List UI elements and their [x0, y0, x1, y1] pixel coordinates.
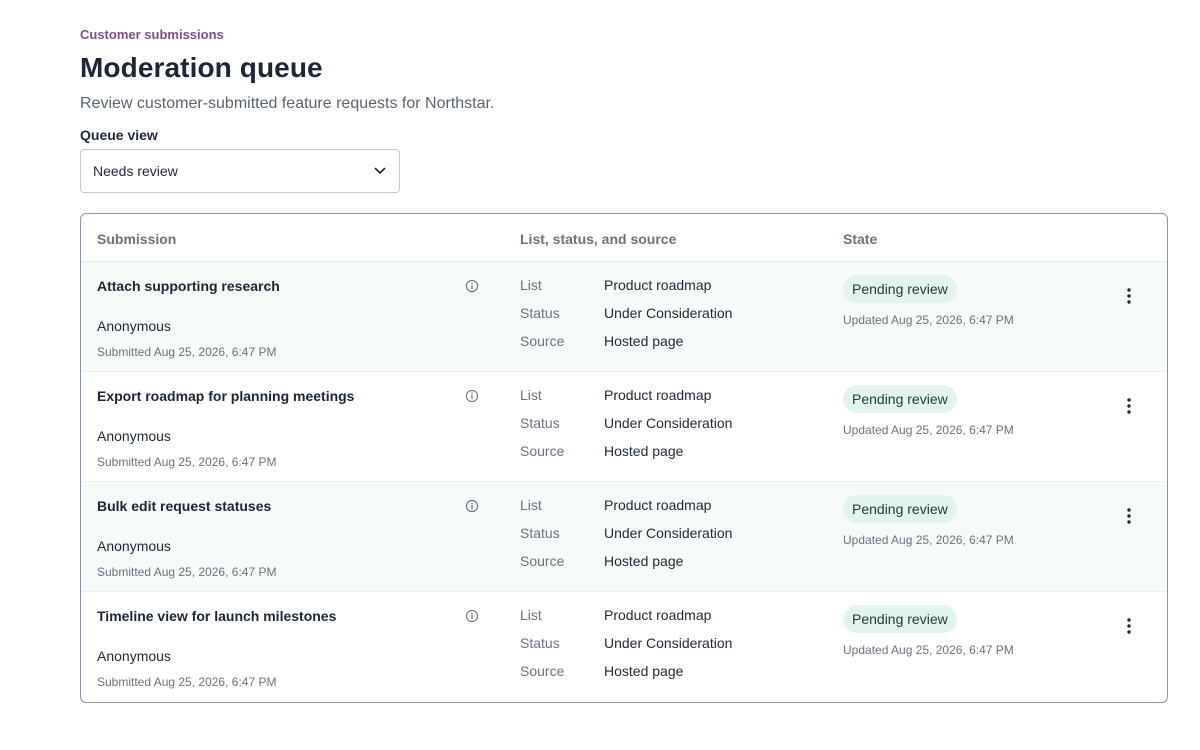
status-badge: Pending review — [843, 495, 957, 523]
status-badge: Pending review — [843, 385, 957, 413]
updated-timestamp: Updated Aug 25, 2026, 6:47 PM — [843, 423, 1014, 437]
submission-date: Submitted Aug 25, 2026, 6:47 PM — [97, 565, 277, 579]
submissions-table: Submission List, status, and source Stat… — [80, 213, 1168, 703]
eyebrow-label: Customer submissions — [80, 27, 224, 42]
submission-author: Anonymous — [97, 318, 171, 334]
column-header-submission: Submission — [97, 231, 177, 247]
source-value: Hosted page — [604, 663, 684, 679]
submission-title[interactable]: Attach supporting research — [97, 278, 280, 294]
table-row[interactable]: Timeline view for launch milestones Anon… — [81, 592, 1167, 702]
source-label: Source — [520, 553, 565, 569]
status-label: Status — [520, 635, 560, 651]
list-label: List — [520, 387, 542, 403]
more-vertical-icon[interactable] — [1117, 394, 1141, 418]
list-label: List — [520, 607, 542, 623]
column-header-list-status-source: List, status, and source — [520, 231, 677, 247]
table-row[interactable]: Attach supporting research Anonymous Sub… — [81, 262, 1167, 372]
submission-date: Submitted Aug 25, 2026, 6:47 PM — [97, 675, 277, 689]
source-value: Hosted page — [604, 553, 684, 569]
table-row[interactable]: Export roadmap for planning meetings Ano… — [81, 372, 1167, 482]
status-value: Under Consideration — [604, 635, 733, 651]
queue-view-label: Queue view — [80, 127, 158, 143]
queue-view-selected-value: Needs review — [93, 163, 178, 179]
source-label: Source — [520, 443, 565, 459]
submission-author: Anonymous — [97, 648, 171, 664]
submission-date: Submitted Aug 25, 2026, 6:47 PM — [97, 345, 277, 359]
more-vertical-icon[interactable] — [1117, 284, 1141, 308]
list-value: Product roadmap — [604, 607, 712, 623]
info-icon[interactable] — [465, 389, 479, 403]
status-label: Status — [520, 305, 560, 321]
updated-timestamp: Updated Aug 25, 2026, 6:47 PM — [843, 533, 1014, 547]
table-header: Submission List, status, and source Stat… — [81, 214, 1167, 262]
status-badge: Pending review — [843, 605, 957, 633]
queue-view-select[interactable]: Needs review — [80, 149, 400, 193]
info-icon[interactable] — [465, 279, 479, 293]
table-row[interactable]: Bulk edit request statuses Anonymous Sub… — [81, 482, 1167, 592]
page-title: Moderation queue — [80, 52, 323, 83]
source-value: Hosted page — [604, 443, 684, 459]
submission-title[interactable]: Bulk edit request statuses — [97, 498, 271, 514]
submission-date: Submitted Aug 25, 2026, 6:47 PM — [97, 455, 277, 469]
list-label: List — [520, 277, 542, 293]
list-label: List — [520, 497, 542, 513]
info-icon[interactable] — [465, 609, 479, 623]
updated-timestamp: Updated Aug 25, 2026, 6:47 PM — [843, 313, 1014, 327]
column-header-state: State — [843, 231, 878, 247]
status-value: Under Consideration — [604, 305, 733, 321]
submission-title[interactable]: Export roadmap for planning meetings — [97, 388, 354, 404]
chevron-down-icon — [373, 164, 387, 178]
updated-timestamp: Updated Aug 25, 2026, 6:47 PM — [843, 643, 1014, 657]
source-label: Source — [520, 333, 565, 349]
page-subtitle: Review customer-submitted feature reques… — [80, 95, 495, 112]
source-label: Source — [520, 663, 565, 679]
status-label: Status — [520, 415, 560, 431]
list-value: Product roadmap — [604, 387, 712, 403]
list-value: Product roadmap — [604, 277, 712, 293]
status-label: Status — [520, 525, 560, 541]
table-body: Attach supporting research Anonymous Sub… — [81, 262, 1167, 702]
more-vertical-icon[interactable] — [1117, 614, 1141, 638]
submission-author: Anonymous — [97, 538, 171, 554]
more-vertical-icon[interactable] — [1117, 504, 1141, 528]
status-value: Under Consideration — [604, 525, 733, 541]
list-value: Product roadmap — [604, 497, 712, 513]
status-value: Under Consideration — [604, 415, 733, 431]
submission-author: Anonymous — [97, 428, 171, 444]
status-badge: Pending review — [843, 275, 957, 303]
submission-title[interactable]: Timeline view for launch milestones — [97, 608, 336, 624]
info-icon[interactable] — [465, 499, 479, 513]
source-value: Hosted page — [604, 333, 684, 349]
